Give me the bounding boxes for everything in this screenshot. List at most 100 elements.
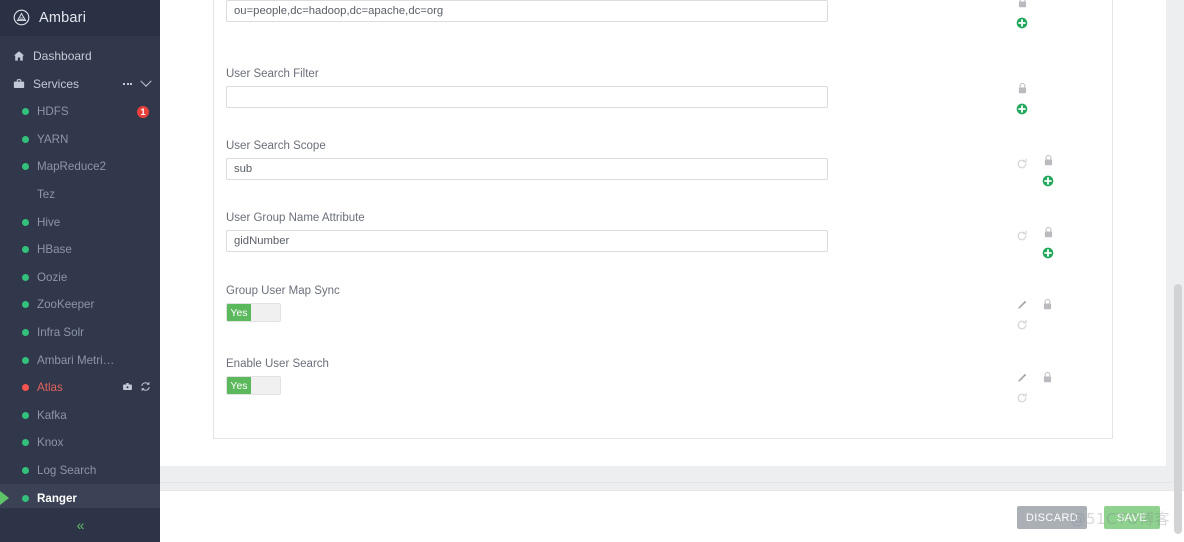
chevron-down-icon[interactable] xyxy=(140,75,152,87)
sidebar-item-hive[interactable]: Hive xyxy=(0,208,160,236)
sidebar-collapse-bar[interactable]: « xyxy=(0,508,160,542)
edit-revert-stack xyxy=(1016,371,1028,409)
sidebar: Ambari Dashboard Services HDFS 1 YARN Ma… xyxy=(0,0,160,542)
lock-icon[interactable] xyxy=(1017,0,1028,14)
config-scroll-pane[interactable]: User Search Filter User Search Scope User … xyxy=(160,0,1184,491)
group-user-map-sync-toggle[interactable]: Yes xyxy=(226,303,281,322)
sidebar-item-hdfs[interactable]: HDFS 1 xyxy=(0,98,160,126)
sidebar-item-hbase[interactable]: HBase xyxy=(0,236,160,264)
sidebar-item-services[interactable]: Services xyxy=(0,70,160,98)
config-field-user-search-filter: User Search Filter xyxy=(226,67,1104,115)
user-search-filter-input[interactable] xyxy=(226,86,828,108)
sidebar-item-kafka[interactable]: Kafka xyxy=(0,402,160,430)
override-add-icon[interactable] xyxy=(1016,102,1028,120)
sidebar-item-dashboard-label: Dashboard xyxy=(33,49,92,63)
config-field-controls xyxy=(1016,82,1028,120)
sidebar-item-dashboard[interactable]: Dashboard xyxy=(0,42,160,70)
services-controls xyxy=(123,70,152,98)
sidebar-item-tez[interactable]: Tez xyxy=(0,181,160,209)
sidebar-item-label: Atlas xyxy=(37,381,63,395)
sidebar-item-atlas[interactable]: Atlas xyxy=(0,374,160,402)
revert-icon[interactable] xyxy=(1016,318,1028,336)
sidebar-item-label: MapReduce2 xyxy=(37,160,106,174)
user-group-name-attribute-input[interactable] xyxy=(226,230,828,252)
toggle-track xyxy=(251,377,280,394)
service-row-icons xyxy=(122,381,151,395)
lock-icon[interactable] xyxy=(1017,82,1028,100)
alert-badge[interactable]: 1 xyxy=(136,104,150,119)
sidebar-item-label: Hive xyxy=(37,215,61,229)
enable-user-search-toggle[interactable]: Yes xyxy=(226,376,281,395)
sidebar-item-label: Log Search xyxy=(37,464,97,478)
sidebar-item-label: ZooKeeper xyxy=(37,298,95,312)
config-field-label: User Search Filter xyxy=(226,68,319,80)
lock-override-stack xyxy=(1016,0,1028,34)
maintenance-icon[interactable] xyxy=(122,381,133,395)
status-dot-green xyxy=(22,467,29,475)
toggle-track xyxy=(251,304,280,321)
restart-icon[interactable] xyxy=(140,381,151,395)
lock-icon[interactable] xyxy=(1043,154,1054,172)
brand-header[interactable]: Ambari xyxy=(0,0,160,36)
lock-icon[interactable] xyxy=(1042,298,1053,316)
sidebar-item-label: Ambari Metri… xyxy=(37,353,115,367)
status-dot-green xyxy=(22,356,29,364)
footer-bar: DISCARD SAVE xyxy=(160,491,1184,542)
sidebar-item-ambari-metri[interactable]: Ambari Metri… xyxy=(0,346,160,374)
status-dot-red xyxy=(22,384,29,392)
sidebar-item-infra-solr[interactable]: Infra Solr xyxy=(0,319,160,347)
sidebar-item-zookeeper[interactable]: ZooKeeper xyxy=(0,291,160,319)
status-dot-green xyxy=(22,218,29,226)
page-scrollbar-thumb[interactable] xyxy=(1174,284,1182,534)
status-dot-green xyxy=(22,135,29,143)
page-scrollbar[interactable] xyxy=(1172,0,1184,542)
config-field-group-user-map-sync: Group User Map Sync Yes xyxy=(226,284,1104,330)
edit-revert-stack xyxy=(1016,298,1028,336)
config-field-label: User Search Scope xyxy=(226,140,326,152)
sidebar-item-knox[interactable]: Knox xyxy=(0,429,160,457)
user-search-scope-input[interactable] xyxy=(226,158,828,180)
revert-icon[interactable] xyxy=(1016,229,1028,247)
config-field-label: Group User Map Sync xyxy=(226,285,340,297)
config-field-controls xyxy=(1016,371,1053,409)
services-list: HDFS 1 YARN MapReduce2 Tez Hive HBase Oozie ZooK… xyxy=(0,98,160,512)
sidebar-item-oozie[interactable]: Oozie xyxy=(0,264,160,292)
sidebar-item-label: Tez xyxy=(37,188,56,202)
sidebar-item-services-label: Services xyxy=(33,77,80,91)
save-button[interactable]: SAVE xyxy=(1104,506,1160,529)
edit-pencil-icon[interactable] xyxy=(1016,298,1028,316)
status-dot-green xyxy=(22,273,29,281)
lock-icon[interactable] xyxy=(1043,226,1054,244)
revert-icon[interactable] xyxy=(1016,391,1028,409)
home-icon xyxy=(13,50,29,62)
config-field-user-search-scope: User Search Scope xyxy=(226,139,1104,187)
status-dot-green xyxy=(22,411,29,419)
config-field-controls xyxy=(1016,0,1028,34)
user-search-base-input[interactable] xyxy=(226,0,828,22)
config-panel: User Search Filter User Search Scope User … xyxy=(213,0,1113,439)
sidebar-item-label: Oozie xyxy=(37,270,68,284)
lock-override-stack xyxy=(1016,82,1028,120)
discard-button[interactable]: DISCARD xyxy=(1017,506,1087,529)
ellipsis-icon[interactable] xyxy=(123,83,132,85)
sidebar-item-label: Knox xyxy=(37,436,64,450)
config-field-controls xyxy=(1016,226,1054,264)
revert-icon[interactable] xyxy=(1016,157,1028,175)
override-add-icon[interactable] xyxy=(1042,174,1054,192)
sidebar-nav: Dashboard Services HDFS 1 YARN MapReduce2 Te… xyxy=(0,36,160,512)
edit-pencil-icon[interactable] xyxy=(1016,371,1028,389)
status-dot-green xyxy=(22,439,29,447)
config-field-user-search-base xyxy=(226,0,1104,29)
sidebar-item-mapreduce2[interactable]: MapReduce2 xyxy=(0,153,160,181)
status-dot-green xyxy=(22,494,29,502)
sidebar-item-log-search[interactable]: Log Search xyxy=(0,457,160,485)
override-add-icon[interactable] xyxy=(1042,246,1054,264)
active-marker-icon xyxy=(0,491,9,506)
ambari-config-page: Ambari Dashboard Services HDFS 1 YARN Ma… xyxy=(0,0,1184,542)
lock-icon[interactable] xyxy=(1042,371,1053,389)
override-add-icon[interactable] xyxy=(1016,16,1028,34)
sidebar-item-label: Infra Solr xyxy=(37,326,85,340)
lock-override-stack xyxy=(1042,154,1054,192)
collapse-icon: « xyxy=(76,517,85,533)
sidebar-item-yarn[interactable]: YARN xyxy=(0,126,160,154)
